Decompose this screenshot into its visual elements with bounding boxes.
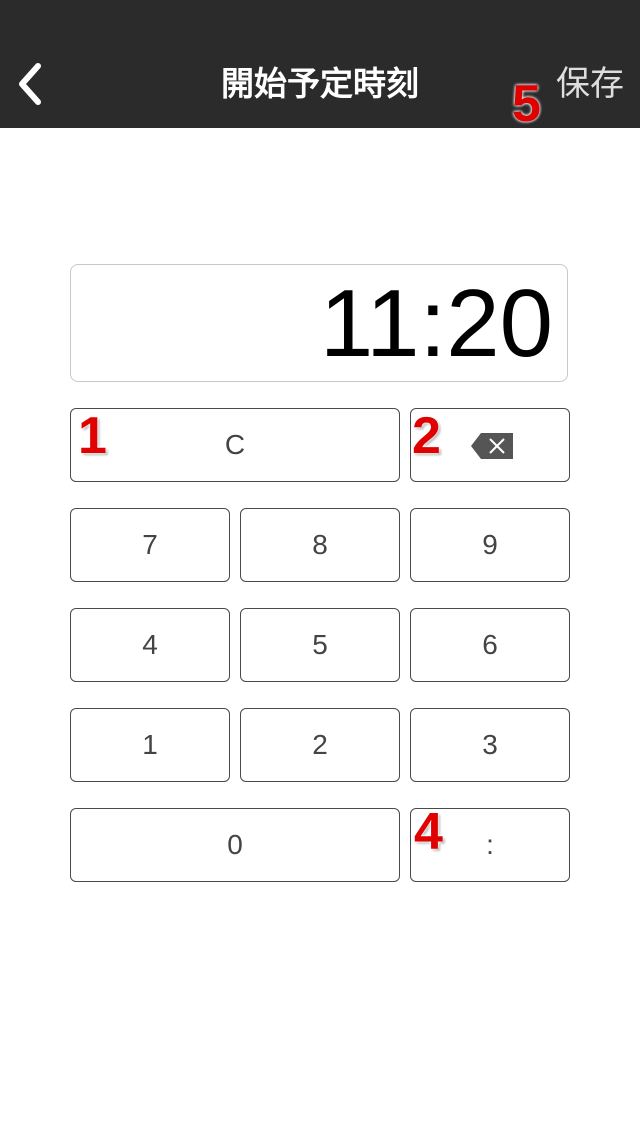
key-2[interactable]: 2: [240, 708, 400, 782]
annotation-badge-1: 1: [78, 407, 107, 465]
key-7[interactable]: 7: [70, 508, 230, 582]
save-button[interactable]: 保存: [556, 60, 624, 108]
key-4[interactable]: 4: [70, 608, 230, 682]
key-3[interactable]: 3: [410, 708, 570, 782]
backspace-icon: [471, 433, 513, 459]
page-title: 開始予定時刻: [221, 64, 419, 103]
time-display: 11:20: [70, 264, 568, 382]
key-9[interactable]: 9: [410, 508, 570, 582]
key-8[interactable]: 8: [240, 508, 400, 582]
clear-button[interactable]: C: [70, 408, 400, 482]
clear-label: C: [224, 429, 246, 460]
navigation-bar: 開始予定時刻 保存: [0, 0, 640, 128]
key-1[interactable]: 1: [70, 708, 230, 782]
key-5[interactable]: 5: [240, 608, 400, 682]
time-value: 11:20: [319, 270, 553, 377]
key-6[interactable]: 6: [410, 608, 570, 682]
annotation-badge-5: 5: [512, 75, 541, 133]
annotation-badge-4: 4: [414, 803, 443, 861]
annotation-badge-2: 2: [412, 407, 441, 465]
key-0[interactable]: 0: [70, 808, 400, 882]
